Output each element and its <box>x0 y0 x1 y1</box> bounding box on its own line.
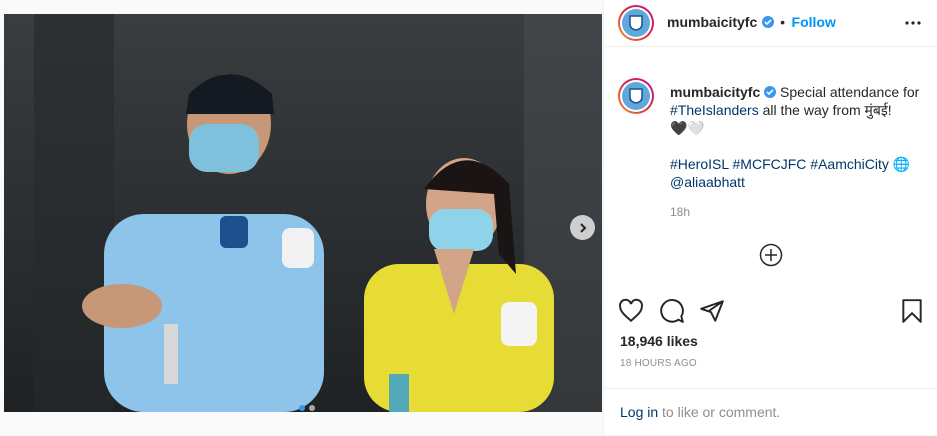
share-icon[interactable] <box>699 298 725 324</box>
hashtag-link[interactable]: #AamchiCity <box>810 156 889 172</box>
follow-button[interactable]: Follow <box>792 14 836 30</box>
post-caption: mumbaicityfc Special attendance for #The… <box>670 83 920 191</box>
mention-link[interactable]: @aliaabhatt <box>670 174 745 190</box>
save-icon[interactable] <box>899 298 925 324</box>
post-photo[interactable] <box>4 14 602 412</box>
header-separator: • <box>780 14 786 30</box>
carousel-dot <box>309 405 315 411</box>
carousel-dot-active <box>299 405 305 411</box>
avatar[interactable] <box>618 5 654 41</box>
next-arrow-icon <box>579 222 586 233</box>
more-options-icon[interactable] <box>904 14 922 32</box>
hashtag-link[interactable]: #TheIslanders <box>670 102 759 118</box>
login-prompt-text: to like or comment. <box>662 404 781 420</box>
club-crest-icon <box>622 9 650 37</box>
caption-emoji: 🖤🤍 <box>670 120 705 136</box>
verified-badge-icon <box>761 16 774 28</box>
caption-text: Special attendance for <box>780 84 920 100</box>
post-actions-bar <box>604 298 937 326</box>
post-header: mumbaicityfc • Follow <box>604 0 937 47</box>
caption-avatar[interactable] <box>618 78 654 114</box>
like-icon[interactable] <box>618 298 644 324</box>
comment-icon[interactable] <box>659 298 685 324</box>
add-comment-icon[interactable] <box>759 243 783 267</box>
caption-text-2: all the way from मुंबई! <box>762 102 892 118</box>
like-count[interactable]: 18,946 likes <box>620 333 698 349</box>
carousel-indicator <box>299 405 315 411</box>
post-timestamp[interactable]: 18 HOURS AGO <box>620 358 697 369</box>
login-prompt-bar: Log in to like or comment. <box>604 388 937 436</box>
caption-username[interactable]: mumbaicityfc <box>670 84 760 100</box>
post-side-panel: mumbaicityfc • Follow mumbaicityfc Speci… <box>603 0 937 435</box>
caption-timestamp[interactable]: 18h <box>670 205 690 219</box>
hashtag-link[interactable]: #HeroISL <box>670 156 729 172</box>
header-username[interactable]: mumbaicityfc <box>667 14 757 30</box>
login-link[interactable]: Log in <box>620 404 658 420</box>
hashtag-link[interactable]: #MCFCJFC <box>733 156 807 172</box>
photo-illustration <box>4 14 602 412</box>
caption-avatar-border <box>620 80 652 112</box>
login-prompt: Log in to like or comment. <box>620 404 780 420</box>
club-crest-icon <box>622 82 650 110</box>
verified-badge-icon <box>764 86 777 98</box>
globe-emoji: 🌐 <box>892 156 911 172</box>
avatar-border <box>620 7 652 39</box>
next-photo-button[interactable] <box>570 215 595 240</box>
